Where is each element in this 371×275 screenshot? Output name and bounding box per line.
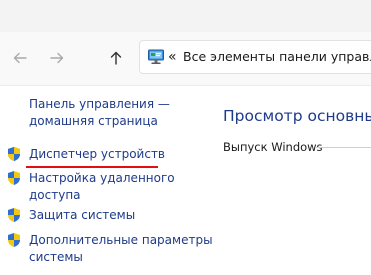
sidebar-link-control-panel-home[interactable]: Панель управления — домашняя страница xyxy=(29,96,170,129)
section-divider xyxy=(315,147,371,148)
navigation-toolbar: « Все элементы панели управлен... xyxy=(0,32,371,86)
sidebar-link-line: системы xyxy=(29,249,83,264)
breadcrumb-current-location[interactable]: Все элементы панели управлен... xyxy=(183,49,371,65)
sidebar-link-line: Защита системы xyxy=(29,208,136,222)
back-button[interactable] xyxy=(8,46,32,70)
sidebar-link-advanced-system-settings[interactable]: Дополнительные параметры системы xyxy=(29,232,213,265)
arrow-up-icon xyxy=(108,50,124,66)
uac-shield-icon xyxy=(6,232,22,248)
forward-button[interactable] xyxy=(45,46,69,70)
sidebar-link-line: Дополнительные параметры xyxy=(29,233,213,247)
highlight-underline xyxy=(26,166,158,168)
sidebar-link-line: Настройка удаленного xyxy=(29,171,175,185)
title-bar xyxy=(0,0,371,32)
up-button[interactable] xyxy=(104,46,128,70)
sidebar-link-remote-settings[interactable]: Настройка удаленного доступа xyxy=(29,170,175,203)
uac-shield-icon xyxy=(6,170,22,186)
sidebar-link-line: домашняя страница xyxy=(29,113,158,128)
sidebar-link-device-manager[interactable]: Диспетчер устройств xyxy=(29,146,165,163)
sidebar-link-line: Диспетчер устройств xyxy=(29,147,166,161)
page-title: Просмотр основных xyxy=(223,107,371,125)
uac-shield-icon xyxy=(6,207,22,223)
control-panel-icon xyxy=(147,48,165,66)
arrow-left-icon xyxy=(12,50,28,66)
sidebar-link-line: Панель управления — xyxy=(29,97,170,111)
window: « Все элементы панели управлен... Панель… xyxy=(0,0,371,275)
arrow-right-icon xyxy=(49,50,65,66)
uac-shield-icon xyxy=(6,146,22,162)
sidebar-link-line: доступа xyxy=(29,187,81,202)
section-label-windows-edition: Выпуск Windows xyxy=(223,140,323,154)
address-bar[interactable]: « Все элементы панели управлен... xyxy=(139,40,371,74)
breadcrumb-overflow-chevrons[interactable]: « xyxy=(168,48,177,66)
sidebar-link-system-protection[interactable]: Защита системы xyxy=(29,207,135,224)
